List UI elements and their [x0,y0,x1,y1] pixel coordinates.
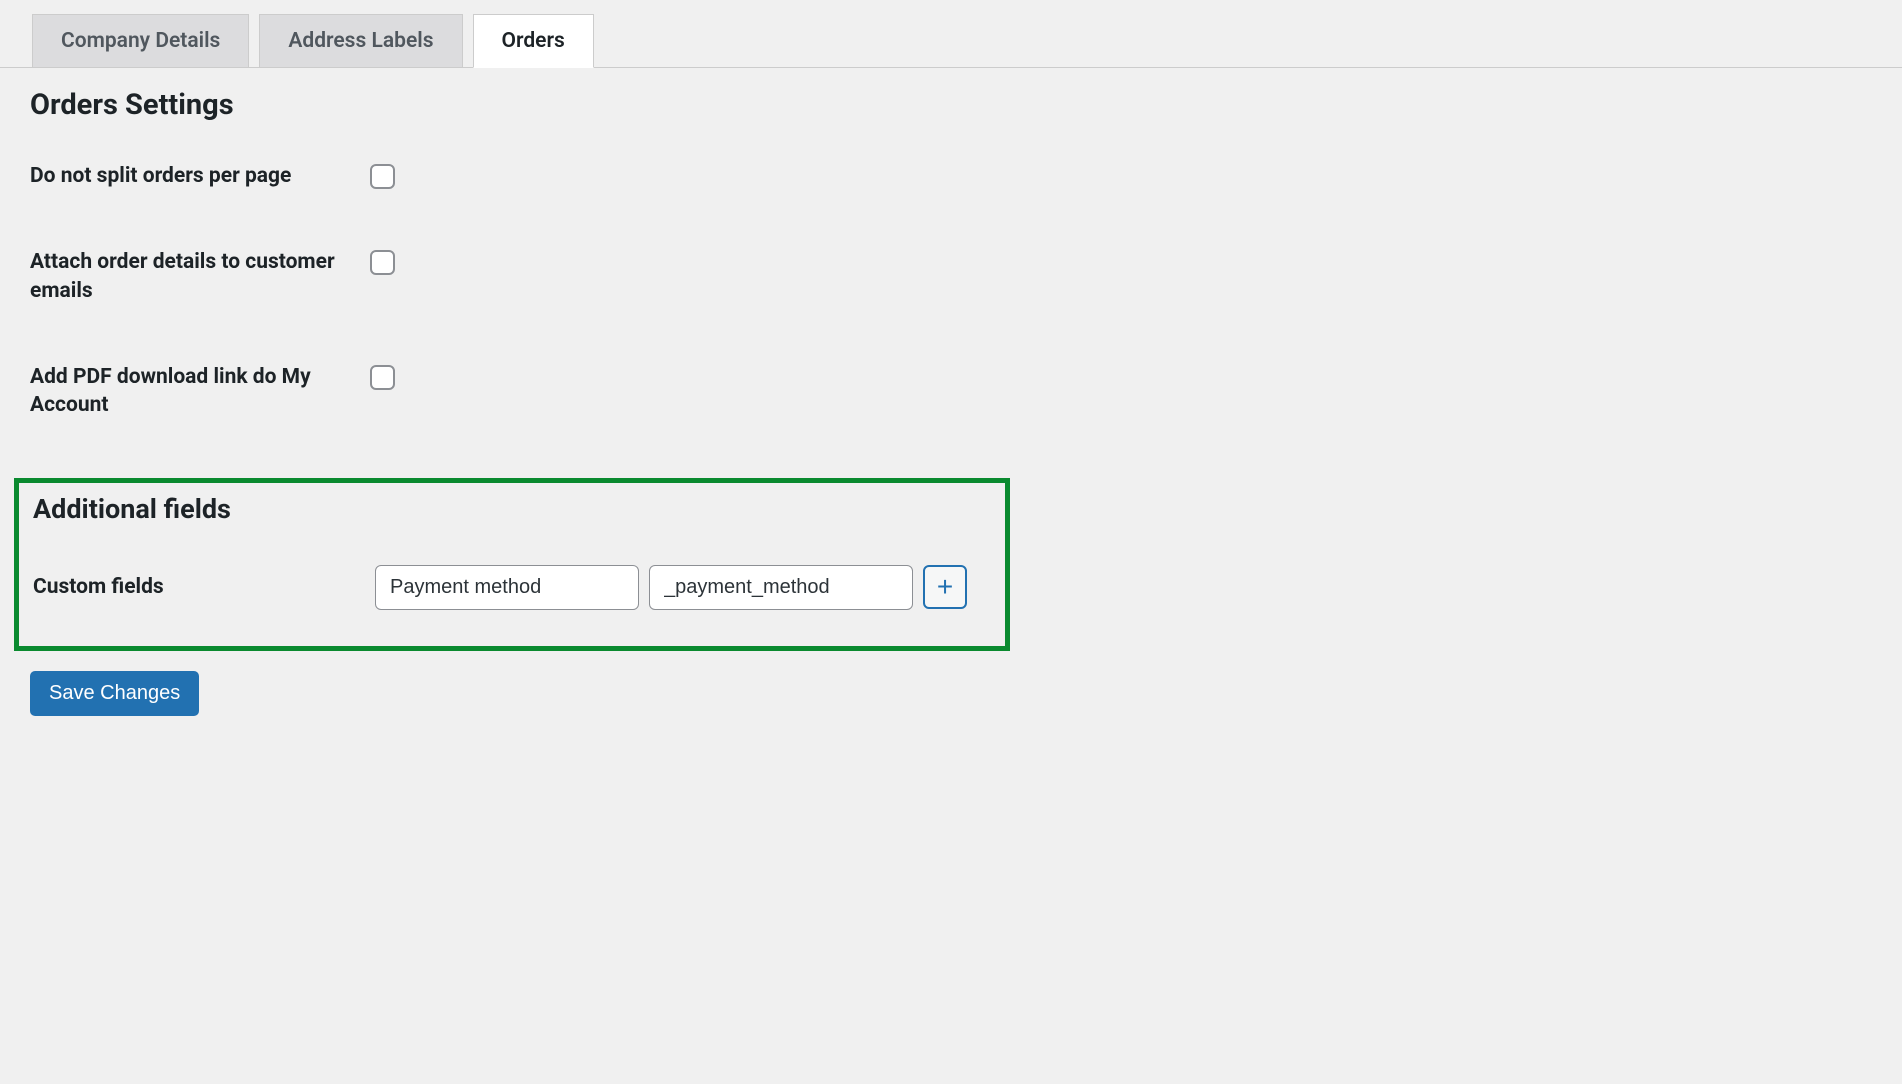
attach-details-checkbox[interactable] [370,250,395,275]
setting-label: Attach order details to customer emails [30,248,370,305]
settings-section: Orders Settings Do not split orders per … [0,68,1902,746]
save-button-label: Save Changes [49,682,180,704]
setting-row-attach-details: Attach order details to customer emails [30,248,1872,305]
split-orders-checkbox[interactable] [370,164,395,189]
setting-label: Do not split orders per page [30,162,370,190]
additional-fields-highlight: Additional fields Custom fields + [14,478,1010,651]
tab-label: Address Labels [288,29,433,53]
custom-field-key-input[interactable] [649,565,913,610]
setting-row-split-orders: Do not split orders per page [30,162,1872,190]
setting-row-pdf-link: Add PDF download link do My Account [30,363,1872,420]
tab-label: Company Details [61,29,220,53]
tab-label: Orders [502,29,565,53]
tab-address-labels[interactable]: Address Labels [259,14,462,67]
add-custom-field-button[interactable]: + [923,565,967,609]
setting-label: Add PDF download link do My Account [30,363,370,420]
custom-fields-row: Custom fields + [33,565,991,610]
tab-company-details[interactable]: Company Details [32,14,249,67]
tab-orders[interactable]: Orders [473,14,594,68]
save-button[interactable]: Save Changes [30,671,199,716]
page-title: Orders Settings [30,88,1872,122]
custom-field-name-input[interactable] [375,565,639,610]
tabs-container: Company Details Address Labels Orders [0,14,1902,68]
custom-fields-label: Custom fields [33,575,375,599]
additional-fields-heading: Additional fields [33,493,991,525]
pdf-link-checkbox[interactable] [370,365,395,390]
plus-icon: + [937,573,953,601]
